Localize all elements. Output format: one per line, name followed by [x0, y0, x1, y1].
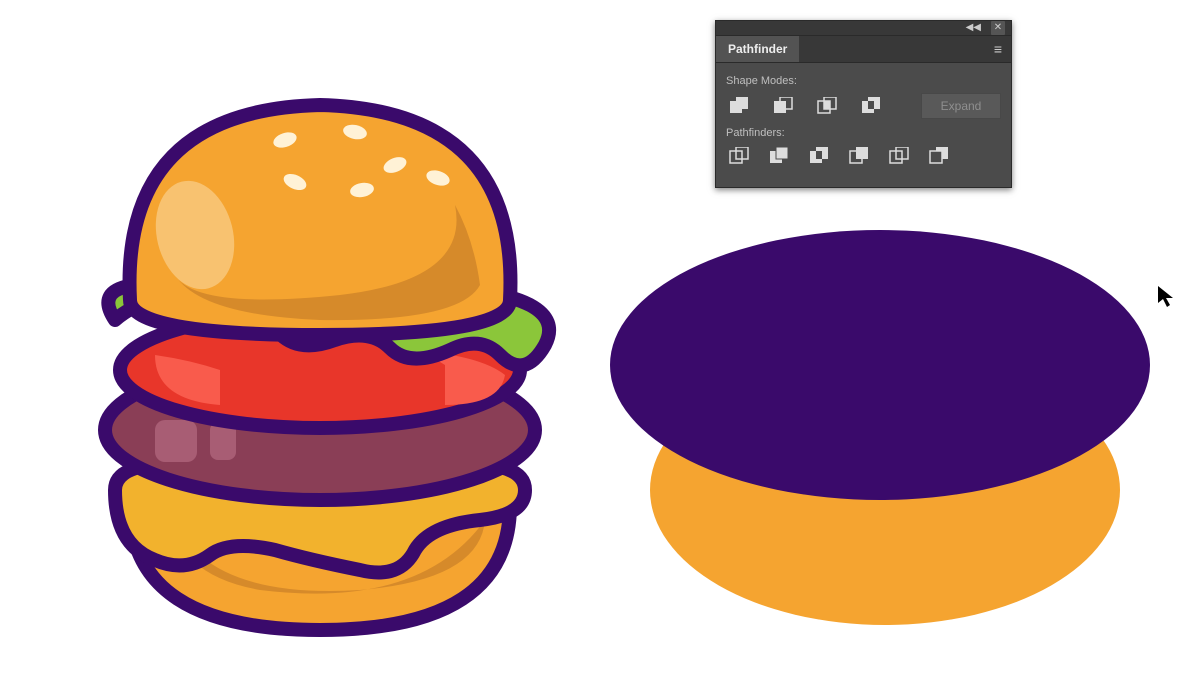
pathfinders-row [726, 145, 1001, 167]
merge-icon[interactable] [806, 145, 832, 167]
unite-icon[interactable] [726, 95, 752, 117]
pathfinder-panel: ◀◀ ✕ Pathfinder ≡ Shape Modes: Expand Pa… [715, 20, 1012, 188]
minus-front-icon[interactable] [770, 95, 796, 117]
panel-body: Shape Modes: Expand Pathfinders: [716, 63, 1011, 187]
exclude-icon[interactable] [858, 95, 884, 117]
panel-title-bar[interactable]: ◀◀ ✕ [716, 21, 1011, 36]
outline-icon[interactable] [886, 145, 912, 167]
shape-modes-row: Expand [726, 93, 1001, 119]
ellipse-shapes[interactable] [610, 230, 1170, 675]
divide-icon[interactable] [726, 145, 752, 167]
intersect-icon[interactable] [814, 95, 840, 117]
expand-button[interactable]: Expand [921, 93, 1001, 119]
panel-menu-icon[interactable]: ≡ [994, 41, 1003, 57]
collapse-icon[interactable]: ◀◀ [966, 23, 981, 33]
burger-illustration [60, 70, 580, 675]
close-icon[interactable]: ✕ [991, 21, 1005, 35]
minus-back-icon[interactable] [926, 145, 952, 167]
tab-pathfinder[interactable]: Pathfinder [716, 36, 799, 62]
crop-icon[interactable] [846, 145, 872, 167]
trim-icon[interactable] [766, 145, 792, 167]
shape-modes-label: Shape Modes: [726, 75, 1001, 87]
panel-tab-strip: Pathfinder ≡ [716, 36, 1011, 63]
pathfinders-label: Pathfinders: [726, 127, 1001, 139]
cursor-icon [1157, 285, 1175, 314]
